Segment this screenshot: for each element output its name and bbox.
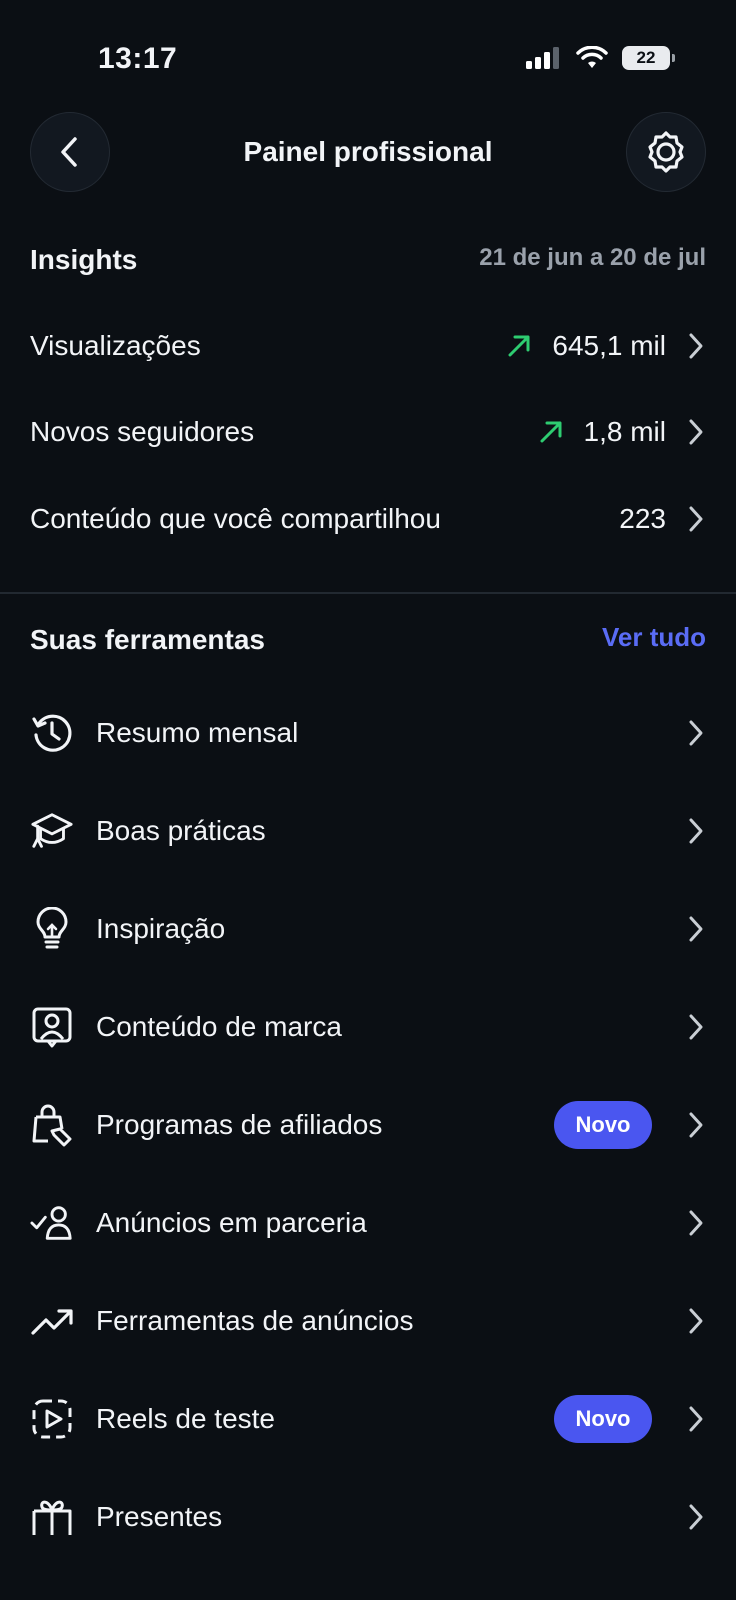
tool-label: Reels de teste [96,1403,275,1434]
see-all-link[interactable]: Ver tudo [602,622,706,653]
settings-button[interactable] [626,112,706,192]
gift-icon [30,1495,74,1539]
tool-label: Inspiração [96,913,226,944]
trending-up-icon [30,1299,74,1343]
shopping-tag-icon [30,1103,74,1147]
insights-header: Insights 21 de jun a 20 de jul [30,240,706,280]
metric-label: Visualizações [30,330,201,361]
tool-label: Presentes [96,1501,223,1532]
metric-row-new-followers[interactable]: Novos seguidores 1,8 mil [30,402,706,462]
tool-item-gifts[interactable]: Presentes [30,1482,706,1552]
metric-label: Novos seguidores [30,416,255,447]
branded-content-icon [30,1005,74,1049]
new-badge: Novo [554,1395,652,1443]
chevron-right-icon [689,506,703,532]
status-bar: 13:17 22 [0,0,736,100]
signal-icon [526,47,559,69]
chevron-right-icon [689,1406,703,1432]
date-range[interactable]: 21 de jun a 20 de jul [479,244,706,272]
chevron-right-icon [689,1112,703,1138]
lightbulb-icon [30,907,74,951]
gear-icon [648,131,684,173]
chevron-right-icon [689,333,703,359]
tool-item-inspiration[interactable]: Inspiração [30,894,706,964]
history-icon [30,711,74,755]
metric-row-shared-content[interactable]: Conteúdo que você compartilhou 223 [30,489,706,549]
trend-up-arrow-icon [508,335,530,357]
tool-item-ad-tools[interactable]: Ferramentas de anúncios [30,1286,706,1356]
tool-item-partnership-ads[interactable]: Anúncios em parceria [30,1188,706,1258]
chevron-right-icon [689,818,703,844]
battery-icon: 22 [622,46,675,70]
metric-value: 223 [619,503,666,534]
tool-item-affiliate-programs[interactable]: Programas de afiliados Novo [30,1090,706,1160]
metric-value: 1,8 mil [583,416,666,447]
chevron-right-icon [689,1014,703,1040]
metric-label: Conteúdo que você compartilhou [30,503,441,534]
section-divider [0,592,736,594]
chevron-right-icon [689,1504,703,1530]
tool-item-best-practices[interactable]: Boas práticas [30,796,706,866]
battery-level: 22 [636,48,656,67]
reels-test-icon [30,1397,74,1441]
chevron-right-icon [689,720,703,746]
tool-label: Resumo mensal [96,717,299,748]
trend-up-arrow-icon [540,421,562,443]
metric-row-views[interactable]: Visualizações 645,1 mil [30,316,706,376]
header: Painel profissional [0,112,736,196]
new-badge: Novo [554,1101,652,1149]
chevron-right-icon [689,1308,703,1334]
insights-title: Insights [30,244,138,275]
metric-value: 645,1 mil [552,330,666,361]
tool-label: Ferramentas de anúncios [96,1305,414,1336]
tools-header: Suas ferramentas Ver tudo [30,620,706,660]
chevron-right-icon [689,419,703,445]
tool-label: Boas práticas [96,815,266,846]
chevron-right-icon [689,916,703,942]
wifi-icon [576,46,608,68]
tool-item-trial-reels[interactable]: Reels de teste Novo [30,1384,706,1454]
tool-label: Programas de afiliados [96,1109,383,1140]
tools-title: Suas ferramentas [30,624,266,655]
partner-check-icon [30,1201,74,1245]
tool-label: Anúncios em parceria [96,1207,367,1238]
status-icons: 22 [526,46,675,70]
tool-item-branded-content[interactable]: Conteúdo de marca [30,992,706,1062]
status-time: 13:17 [98,42,178,75]
tool-item-monthly-summary[interactable]: Resumo mensal [30,698,706,768]
tool-label: Conteúdo de marca [96,1011,342,1042]
graduation-cap-icon [30,809,74,853]
chevron-right-icon [689,1210,703,1236]
